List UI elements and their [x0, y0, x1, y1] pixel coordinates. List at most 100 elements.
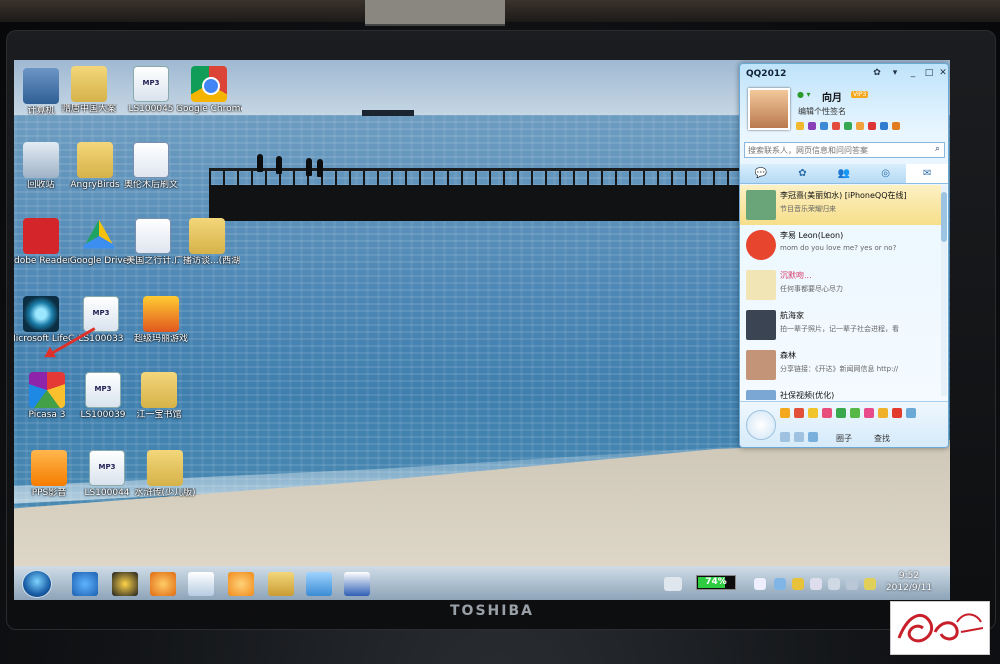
desktop-icon-lifecam[interactable]: Microsoft LifeCam — [14, 296, 74, 345]
keyboard-icon[interactable] — [664, 577, 682, 591]
qq-bottom-bar: 圈子 查找 — [740, 401, 948, 447]
display-icon[interactable] — [828, 578, 840, 590]
action-center-icon[interactable] — [810, 578, 822, 590]
pps-taskbar-icon[interactable] — [228, 572, 254, 596]
qq-circle-button[interactable]: 圈子 — [836, 433, 852, 444]
volume-icon[interactable] — [846, 578, 858, 590]
app-icon[interactable] — [864, 408, 874, 418]
qq-minimize-button[interactable]: _ — [906, 67, 920, 79]
app-icon[interactable] — [822, 408, 832, 418]
wallpaper-person — [276, 156, 282, 174]
contact-item[interactable]: 社保视频(优化) — [740, 385, 941, 400]
qq-title: QQ2012 — [746, 69, 787, 79]
app-icon[interactable] — [794, 408, 804, 418]
document-icon — [133, 142, 169, 178]
qq-scrollbar-thumb[interactable] — [941, 192, 947, 242]
qq-menu-button[interactable]: ▾ — [888, 67, 902, 79]
app-icon[interactable] — [850, 408, 860, 418]
music-icon[interactable] — [856, 122, 864, 130]
google-drive-icon — [82, 219, 116, 249]
qq-tabs: 💬 ✿ 👥 ◎ ✉ — [740, 164, 948, 184]
tab-discussions[interactable]: ◎ — [865, 164, 907, 183]
wallet-icon[interactable] — [832, 122, 840, 130]
power-icon[interactable] — [864, 578, 876, 590]
qq-taskbar-icon[interactable] — [112, 572, 138, 596]
photo-viewer-icon[interactable] — [306, 572, 332, 596]
app-icon[interactable] — [892, 408, 902, 418]
qq-signature[interactable]: 编辑个性签名 — [798, 106, 846, 117]
ie-icon[interactable] — [72, 572, 98, 596]
game-center-icon[interactable] — [892, 122, 900, 130]
qq-app-manager-icon[interactable] — [746, 410, 776, 440]
desktop-icon-ls100045[interactable]: MP3 LS100045 — [118, 66, 184, 115]
space-icon[interactable] — [808, 122, 816, 130]
desktop-icon-folder-4[interactable]: 水浒传(少儿版) — [132, 450, 198, 499]
app-icon[interactable] — [878, 408, 888, 418]
search-icon[interactable]: ⌕ — [935, 144, 940, 154]
tab-groups[interactable]: 👥 — [823, 164, 865, 183]
tray-expand-icon[interactable] — [754, 578, 766, 590]
tab-messages[interactable]: ✉ — [906, 164, 948, 183]
network-icon[interactable] — [774, 578, 786, 590]
explorer-icon[interactable] — [268, 572, 294, 596]
qq-maximize-button[interactable]: □ — [922, 67, 936, 79]
folder-icon — [71, 66, 107, 102]
vip-badge: VIP3 — [851, 91, 869, 98]
mail-icon[interactable] — [820, 122, 828, 130]
tab-recent-chats[interactable]: 💬 — [740, 164, 782, 183]
contact-avatar — [746, 190, 776, 220]
qq-close-button[interactable]: ✕ — [936, 67, 948, 79]
app-icon[interactable] — [780, 408, 790, 418]
qq-find-button[interactable]: 查找 — [874, 433, 890, 444]
qq-avatar[interactable] — [748, 88, 790, 130]
contact-item[interactable]: 森林 分享链接：《开达》新闻网信息 http:// — [740, 345, 941, 385]
desktop-icon-folder-3[interactable]: 江一宝书馆 — [126, 372, 192, 421]
screen: 计算机 隋唐中国大案 MP3 LS100045 Google Chrome 浏.… — [14, 60, 950, 600]
desktop-icon-ls100044[interactable]: MP3 LS100044 — [74, 450, 140, 499]
desktop-icon-chrome[interactable]: Google Chrome 浏... — [176, 66, 242, 115]
star-icon[interactable] — [796, 122, 804, 130]
word-icon[interactable] — [344, 572, 370, 596]
desktop-icon-pps[interactable]: PPS影音 — [16, 450, 82, 499]
media-player-icon[interactable] — [150, 572, 176, 596]
qq-nickname: 向月 — [822, 93, 842, 104]
lifecam-icon — [23, 296, 59, 332]
taskbar-clock[interactable]: 9:52 2012/9/11 — [881, 570, 937, 594]
contact-item[interactable]: 航海家 拍一辈子照片，记一辈子社会进程，看 — [740, 305, 941, 345]
desktop-icon-folder-2[interactable]: 广播访谈...(西湖...) — [174, 218, 240, 267]
news-icon[interactable] — [880, 122, 888, 130]
folder-icon — [77, 142, 113, 178]
qq-search-box: ⌕ — [744, 142, 945, 158]
contact-avatar — [746, 390, 776, 400]
contact-item[interactable]: 李冠熹(美丽如水) [iPhoneQQ在线] 节目音乐荣耀归来 — [740, 185, 941, 225]
online-status-icon[interactable]: ● ▾ — [797, 90, 811, 99]
contact-item[interactable]: 沉默吻... 任何事都要尽心尽力 — [740, 265, 941, 305]
folder-icon — [189, 218, 225, 254]
message-manager-icon[interactable] — [794, 432, 804, 442]
desktop-icon-document-1[interactable]: 奥伦木后刷文 — [118, 142, 184, 191]
computer-icon — [23, 68, 59, 104]
qq-scrollbar[interactable] — [941, 186, 947, 396]
security-icon[interactable] — [808, 432, 818, 442]
contact-item[interactable]: 李易 Leon(Leon) mom do you love me? yes or… — [740, 225, 941, 265]
start-button[interactable] — [22, 570, 52, 598]
app-icon[interactable] — [836, 408, 846, 418]
shopping-icon[interactable] — [868, 122, 876, 130]
desktop-icon-folder-1[interactable]: 隋唐中国大案 — [56, 66, 122, 115]
notepad-icon[interactable] — [188, 572, 214, 596]
qq-search-input[interactable] — [745, 143, 925, 157]
desktop-icon-game[interactable]: 超级玛丽游戏 — [128, 296, 194, 345]
chrome-icon — [191, 66, 227, 102]
tab-contacts[interactable]: ✿ — [782, 164, 824, 183]
photo-icon[interactable] — [844, 122, 852, 130]
mp3-file-icon: MP3 — [85, 372, 121, 408]
qq-tray-icon[interactable] — [792, 578, 804, 590]
app-grid-icon[interactable] — [906, 408, 916, 418]
settings-icon[interactable] — [780, 432, 790, 442]
contact-avatar — [746, 350, 776, 380]
qq-skin-icon[interactable]: ✿ — [870, 67, 884, 79]
battery-indicator[interactable]: 74% — [696, 575, 736, 590]
desktop-icon-adobe-reader[interactable]: Adobe Reader X — [14, 218, 74, 267]
app-icon[interactable] — [808, 408, 818, 418]
mp3-file-icon: MP3 — [89, 450, 125, 486]
